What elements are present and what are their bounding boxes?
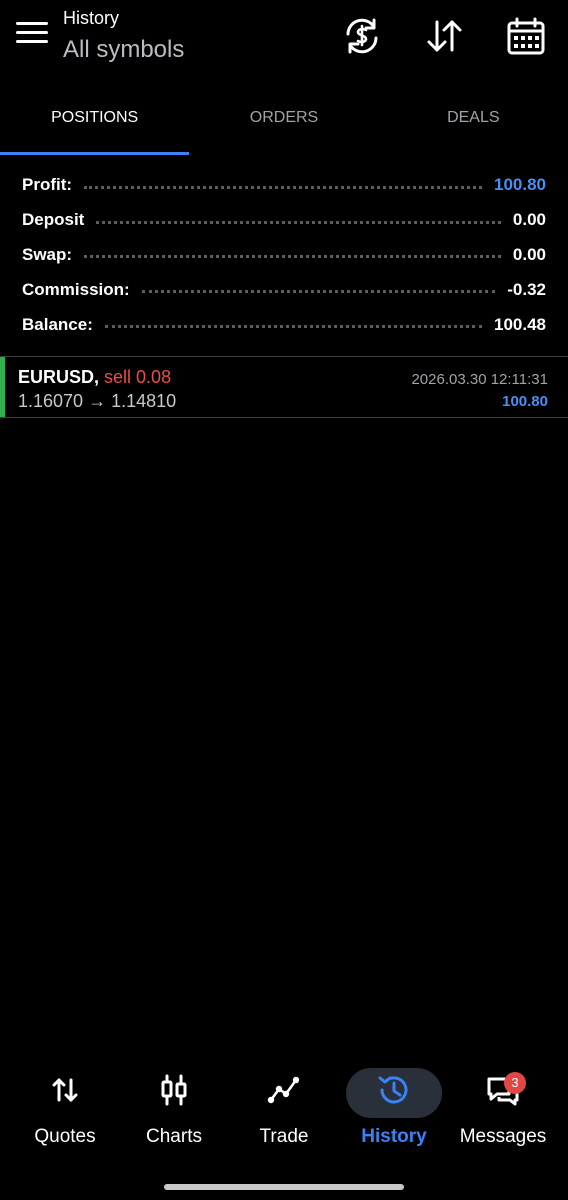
unread-count-badge: 3 [504,1072,526,1094]
tab-deals[interactable]: DEALS [379,96,568,156]
menu-icon[interactable] [16,22,48,48]
position-direction-bar [0,357,5,417]
symbol-name: EURUSD, [18,367,100,387]
summary-label: Balance: [22,314,93,334]
dotted-leader [141,290,496,294]
summary-label: Profit: [22,175,73,195]
summary-row-swap: Swap: 0.00 [22,238,546,273]
currency-refresh-icon[interactable] [340,14,384,58]
position-time: 2026.03.30 12:11:31 [411,371,548,388]
active-tab-indicator [0,152,189,155]
nav-label: Charts [146,1126,202,1147]
summary-value: 100.48 [494,314,546,334]
nav-label: History [361,1126,427,1147]
page-title: History [63,8,120,28]
summary-value: 100.80 [494,175,546,195]
nav-trade[interactable]: Trade [229,1060,339,1160]
dotted-leader [96,220,501,224]
tab-orders[interactable]: ORDERS [189,96,378,156]
position-prices: 1.16070 → 1.14810 [18,391,177,411]
summary-value: 0.00 [512,210,546,230]
summary-label: Commission: [22,279,130,299]
position-symbol: EURUSD, sell 0.08 [18,367,171,388]
dotted-leader [84,255,501,259]
home-indicator[interactable] [164,1184,404,1190]
history-tabs: POSITIONS ORDERS DEALS [0,96,568,156]
symbol-filter[interactable]: All symbols [63,36,184,64]
nav-charts[interactable]: Charts [119,1060,229,1160]
position-row[interactable]: EURUSD, sell 0.08 1.16070 → 1.14810 2026… [0,356,568,418]
nav-messages[interactable]: 3 Messages [448,1060,558,1160]
top-bar: History All symbols [0,0,568,80]
summary-value: -0.32 [507,279,546,299]
summary-label: Swap: [22,244,73,264]
bottom-navigation: Quotes Charts Trade History 3 Messages [0,1060,568,1160]
summary-row-deposit: Deposit 0.00 [22,203,546,238]
nav-history[interactable]: History [339,1060,449,1160]
summary-label: Deposit [22,210,85,230]
summary-panel: Profit: 100.80 Deposit 0.00 Swap: 0.00 C… [22,168,546,342]
calendar-icon[interactable] [504,14,548,58]
summary-row-commission: Commission: -0.32 [22,272,546,307]
summary-row-balance: Balance: 100.48 [22,307,546,342]
quotes-arrows-icon [47,1072,83,1108]
summary-row-profit: Profit: 100.80 [22,168,546,203]
sort-icon[interactable] [422,14,466,58]
dotted-leader [84,185,482,189]
nav-label: Quotes [34,1126,96,1147]
position-profit: 100.80 [502,393,548,410]
trade-line-icon [266,1072,302,1108]
summary-value: 0.00 [512,244,546,264]
tab-positions[interactable]: POSITIONS [0,96,189,156]
nav-label: Trade [259,1126,309,1147]
dotted-leader [104,325,482,329]
position-side-volume: sell 0.08 [104,367,172,387]
history-clock-icon [376,1072,412,1108]
candlestick-icon [156,1072,192,1108]
nav-label: Messages [459,1126,547,1147]
nav-quotes[interactable]: Quotes [10,1060,120,1160]
